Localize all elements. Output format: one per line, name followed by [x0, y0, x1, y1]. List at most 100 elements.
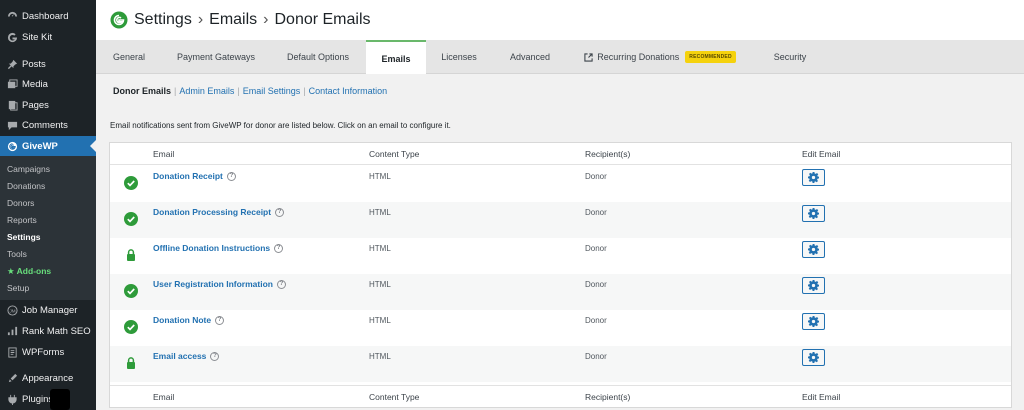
menu-label: Dashboard — [22, 10, 69, 22]
menu-label: Media — [22, 78, 48, 90]
edit-email-button[interactable] — [802, 169, 825, 186]
edit-email-button[interactable] — [802, 277, 825, 294]
table-header: Email Content Type Recipient(s) Edit Ema… — [110, 143, 1011, 165]
emails-description: Email notifications sent from GiveWP for… — [110, 121, 451, 130]
help-icon[interactable]: ? — [210, 351, 220, 361]
menu-item-plugins[interactable]: Plugins — [0, 389, 96, 409]
settings-content: Donor Emails | Admin Emails | Email Sett… — [96, 74, 1024, 410]
page-title: Settings › Emails › Donor Emails — [134, 11, 371, 29]
tab-default-options[interactable]: Default Options — [276, 40, 360, 74]
appearance-icon — [6, 372, 18, 384]
menu-item-appearance[interactable]: Appearance — [0, 368, 96, 388]
help-icon[interactable]: ? — [226, 171, 236, 181]
menu-item-job-manager[interactable]: JM Job Manager — [0, 300, 96, 320]
tab-label: Recurring Donations — [597, 52, 680, 62]
submenu-donations[interactable]: Donations — [7, 181, 45, 191]
email-name-link[interactable]: User Registration Information? — [153, 279, 286, 289]
gear-icon — [808, 280, 819, 291]
submenu-label: Add-ons — [16, 266, 52, 276]
menu-item-posts[interactable]: Posts — [0, 54, 96, 74]
menu-label: WPForms — [22, 346, 65, 358]
submenu-reports[interactable]: Reports — [7, 215, 37, 225]
column-recipients: Recipient(s) — [585, 149, 631, 159]
recipient: Donor — [585, 352, 607, 361]
dashboard-icon — [6, 10, 18, 22]
edit-email-button[interactable] — [802, 313, 825, 330]
subnav-contact-information[interactable]: Contact Information — [309, 86, 388, 96]
table-row: Donation Processing Receipt? HTML Donor — [110, 202, 1011, 238]
email-name-link[interactable]: Donation Receipt? — [153, 171, 236, 181]
edit-email-button[interactable] — [802, 241, 825, 258]
content-type: HTML — [369, 316, 391, 325]
table-footer: Email Content Type Recipient(s) Edit Ema… — [110, 385, 1011, 407]
breadcrumb-emails: Emails — [209, 11, 258, 28]
subnav-email-settings[interactable]: Email Settings — [243, 86, 301, 96]
job-manager-icon: JM — [6, 304, 18, 316]
tab-emails[interactable]: Emails — [366, 40, 426, 75]
submenu-tools[interactable]: Tools — [7, 249, 27, 259]
recipient: Donor — [585, 208, 607, 217]
table-row: Email access? HTML Donor — [110, 346, 1011, 382]
email-name-link[interactable]: Donation Processing Receipt? — [153, 207, 285, 217]
submenu-add-ons[interactable]: ★ Add-ons — [7, 266, 51, 277]
subnav-admin-emails[interactable]: Admin Emails — [179, 86, 234, 96]
menu-item-site-kit[interactable]: Site Kit — [0, 27, 96, 47]
table-row: Donation Note? HTML Donor — [110, 310, 1011, 346]
content-type: HTML — [369, 244, 391, 253]
menu-label: Posts — [22, 58, 46, 70]
email-name-link[interactable]: Offline Donation Instructions? — [153, 243, 284, 253]
menu-item-dashboard[interactable]: Dashboard — [0, 6, 96, 26]
tab-licenses[interactable]: Licenses — [432, 40, 486, 74]
wpforms-icon — [6, 346, 18, 358]
recipient: Donor — [585, 280, 607, 289]
submenu-settings[interactable]: Settings — [7, 232, 41, 242]
help-icon[interactable]: ? — [275, 207, 285, 217]
submenu-setup[interactable]: Setup — [7, 283, 29, 293]
subnav-divider: | — [237, 86, 240, 96]
table-row: User Registration Information? HTML Dono… — [110, 274, 1011, 310]
menu-item-wpforms[interactable]: WPForms — [0, 342, 96, 362]
tab-payment-gateways[interactable]: Payment Gateways — [168, 40, 264, 74]
site-kit-icon — [6, 31, 18, 43]
rank-math-icon — [6, 325, 18, 337]
submenu-campaigns[interactable]: Campaigns — [7, 164, 50, 174]
comment-icon — [6, 119, 18, 131]
menu-label: Site Kit — [22, 31, 53, 43]
subnav-donor-emails[interactable]: Donor Emails — [113, 86, 171, 96]
submenu-donors[interactable]: Donors — [7, 198, 34, 208]
email-name-link[interactable]: Email access? — [153, 351, 220, 361]
pages-icon — [6, 99, 18, 111]
menu-item-pages[interactable]: Pages — [0, 95, 96, 115]
gear-icon — [808, 208, 819, 219]
tab-recurring-donations[interactable]: Recurring Donations RECOMMENDED — [578, 40, 742, 74]
email-name-link[interactable]: Donation Note? — [153, 315, 225, 325]
subnav-divider: | — [303, 86, 306, 96]
menu-item-comments[interactable]: Comments — [0, 115, 96, 135]
lock-icon — [127, 357, 135, 369]
menu-item-rank-math[interactable]: Rank Math SEO — [0, 321, 96, 341]
tab-advanced[interactable]: Advanced — [500, 40, 560, 74]
menu-item-givewp[interactable]: GiveWP — [0, 136, 96, 156]
lock-icon — [127, 249, 135, 261]
tab-security[interactable]: Security — [760, 40, 820, 74]
menu-item-media[interactable]: Media — [0, 74, 96, 94]
edit-email-button[interactable] — [802, 349, 825, 366]
enabled-check-icon — [124, 284, 138, 298]
column-content-type: Content Type — [369, 149, 420, 159]
help-icon[interactable]: ? — [274, 243, 284, 253]
settings-tabs: General Payment Gateways Default Options… — [96, 40, 1024, 75]
menu-label: Rank Math SEO — [22, 325, 91, 337]
menu-label: Job Manager — [22, 304, 78, 316]
menu-label: Plugins — [22, 393, 54, 405]
recipient: Donor — [585, 316, 607, 325]
help-icon[interactable]: ? — [276, 279, 286, 289]
tab-general[interactable]: General — [102, 40, 156, 74]
edit-email-button[interactable] — [802, 205, 825, 222]
gear-icon — [808, 352, 819, 363]
redaction-block — [50, 389, 70, 410]
givewp-submenu: Campaigns Donations Donors Reports Setti… — [0, 156, 96, 300]
help-icon[interactable]: ? — [215, 315, 225, 325]
menu-label: Pages — [22, 99, 49, 111]
enabled-check-icon — [124, 176, 138, 190]
email-name: Donation Receipt — [153, 171, 223, 181]
